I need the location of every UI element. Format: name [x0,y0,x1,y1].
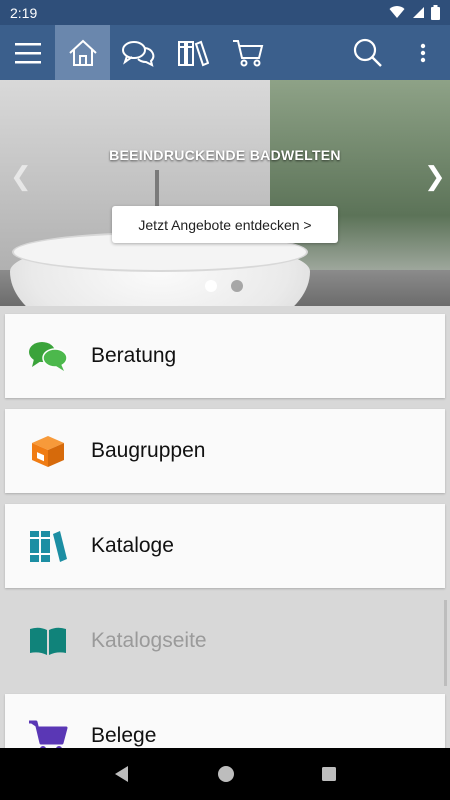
books-icon [177,40,209,66]
cart-icon [232,39,263,66]
chat-icon [121,40,154,67]
menu-icon [14,42,41,63]
home-circle-icon[interactable] [217,765,235,783]
carousel-next-icon[interactable]: ❯ [424,163,446,189]
menu-item-beratung[interactable]: Beratung [5,314,445,398]
box-icon [5,434,91,468]
menu-item-katalogseite[interactable]: Katalogseite [5,599,445,683]
menu-item-baugruppen[interactable]: Baugruppen [5,409,445,493]
main-menu-list: Beratung Baugruppen Kataloge Katalogseit… [0,306,450,748]
signal-icon [413,7,424,18]
overflow-menu-button[interactable] [395,25,450,80]
carousel-dot-2[interactable] [231,280,243,292]
chat-bubbles-icon [5,340,91,372]
home-button[interactable] [55,25,110,80]
search-icon [353,38,382,67]
chat-button[interactable] [110,25,165,80]
status-time: 2:19 [10,4,38,21]
menu-item-label: Baugruppen [91,439,206,462]
carousel-prev-icon[interactable]: ❮ [10,163,32,189]
more-vert-icon [420,43,425,62]
top-toolbar [0,25,450,80]
books-icon [5,529,91,563]
menu-item-label: Kataloge [91,534,174,557]
status-bar: 2:19 [0,0,450,25]
open-book-icon [5,626,91,656]
banner-title: BEEINDRUCKENDE BADWELTEN [109,147,341,163]
carousel-indicator [205,280,243,292]
search-button[interactable] [340,25,395,80]
menu-item-belege[interactable]: Belege [5,694,445,748]
banner-cta-button[interactable]: Jetzt Angebote entdecken > [112,206,338,243]
cart-button[interactable] [220,25,275,80]
back-icon[interactable] [113,765,131,783]
system-nav-bar [0,748,450,800]
battery-icon [431,5,440,20]
menu-item-label: Belege [91,724,157,747]
cart-icon [5,719,91,748]
home-icon [68,39,97,66]
wifi-icon [389,6,405,19]
menu-button[interactable] [0,25,55,80]
recents-icon[interactable] [321,766,337,782]
carousel-dot-1[interactable] [205,280,217,292]
banner-carousel[interactable] [0,80,450,306]
catalogs-button[interactable] [165,25,220,80]
scrollbar-thumb[interactable] [444,600,447,686]
menu-item-label: Katalogseite [91,629,207,652]
status-icons [389,5,440,20]
menu-item-label: Beratung [91,344,177,367]
menu-item-kataloge[interactable]: Kataloge [5,504,445,588]
